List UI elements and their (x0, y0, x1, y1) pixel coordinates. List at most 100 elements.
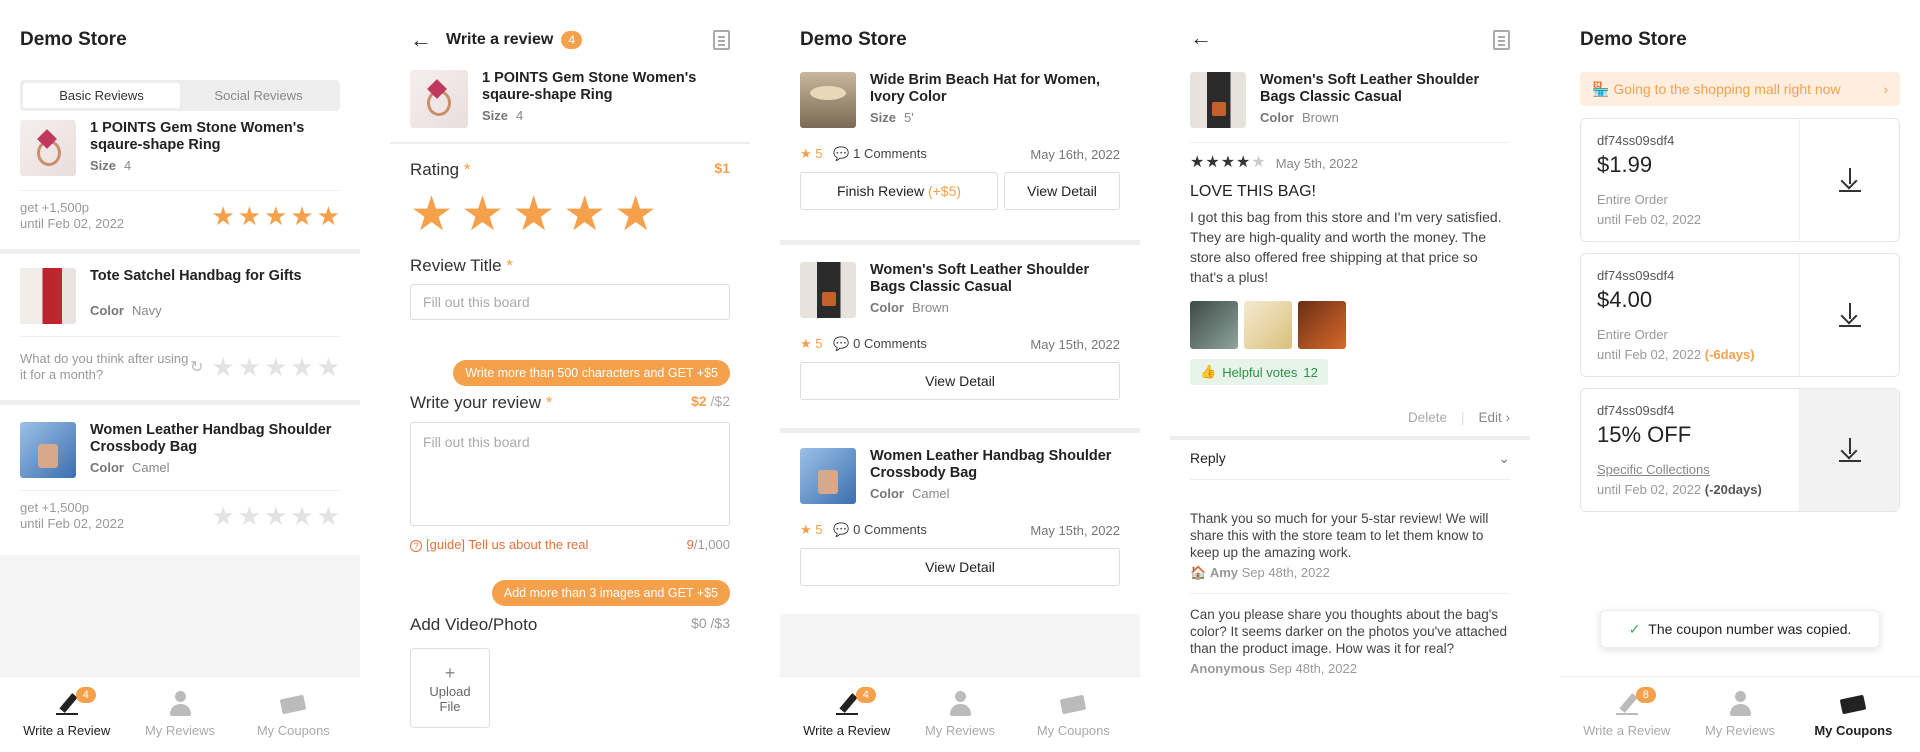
finish-review-button[interactable]: Finish Review (+$5) (800, 172, 998, 210)
promo-pill: Add more than 3 images and GET +$5 (491, 580, 730, 606)
star-icon[interactable]: ★ (563, 190, 606, 240)
list-item[interactable]: Wide Brim Beach Hat for Women, Ivory Col… (780, 72, 1140, 128)
view-detail-button[interactable]: View Detail (800, 548, 1120, 586)
review-photo[interactable] (1190, 301, 1238, 349)
star-icon[interactable]: ★ (211, 354, 234, 380)
star-icon[interactable]: ★ (512, 190, 555, 240)
review-photo[interactable] (1298, 301, 1346, 349)
star-icon[interactable]: ★ (410, 190, 453, 240)
coupon-scope-link[interactable]: Specific Collections (1597, 460, 1783, 480)
view-detail-button[interactable]: View Detail (800, 362, 1120, 400)
star-icon[interactable]: ★ (238, 203, 261, 229)
rating-stars[interactable]: ★ ★ ★ ★ ★ (390, 190, 750, 240)
review-photos (1170, 301, 1530, 349)
download-button[interactable] (1799, 389, 1899, 511)
upload-button[interactable]: + Upload File (410, 648, 490, 728)
star-icon[interactable]: ★ (264, 503, 287, 529)
document-icon[interactable] (1493, 30, 1510, 50)
star-icon[interactable]: ★ (238, 503, 261, 529)
screen-review-list: Demo Store Basic Reviews Social Reviews … (0, 0, 360, 752)
star-icon[interactable]: ★ (317, 203, 340, 229)
reply-label: Reply (1190, 450, 1226, 466)
review-reward: $2 (691, 393, 707, 409)
product-image (800, 72, 856, 128)
tab-write-review[interactable]: Write a Review 4 (790, 677, 903, 752)
tab-basic-reviews[interactable]: Basic Reviews (23, 83, 180, 108)
star-icon[interactable]: ★ (290, 354, 313, 380)
download-button[interactable] (1799, 254, 1899, 376)
guide-text[interactable]: [guide] Tell us about the real (426, 537, 588, 552)
review-body-input[interactable]: Fill out this board (410, 422, 730, 526)
check-icon: ✓ (1628, 620, 1641, 637)
reply-text: Thank you so much for your 5-star review… (1190, 511, 1489, 560)
star-icon[interactable]: ★ (211, 203, 234, 229)
char-max: /1,000 (693, 537, 730, 552)
tab-write-review[interactable]: Write a Review 8 (1570, 677, 1683, 752)
header: ← Write a review 4 (390, 0, 750, 80)
days-left: (-6days) (1704, 347, 1755, 362)
list-item[interactable]: 1 POINTS Gem Stone Women's sqaure-shape … (0, 120, 360, 176)
option-label: Color (1260, 110, 1294, 125)
delete-button[interactable]: Delete (1408, 410, 1447, 425)
review-body: I got this bag from this store and I'm v… (1190, 209, 1502, 285)
comment-icon: 💬 (833, 336, 850, 351)
badge: 4 (855, 687, 876, 703)
star-icon[interactable]: ★ (614, 190, 657, 240)
option-value: Camel (911, 486, 950, 501)
back-arrow-icon[interactable]: ← (1190, 27, 1212, 49)
review-type-toggle: Basic Reviews Social Reviews (20, 80, 340, 111)
store-title: Demo Store (1580, 29, 1687, 50)
document-icon[interactable] (713, 30, 730, 50)
option-label: Color (870, 300, 904, 315)
list-item[interactable]: Tote Satchel Handbag for Gifts Color Navy (0, 268, 360, 324)
list-item[interactable]: Women Leather Handbag Shoulder Crossbody… (780, 448, 1140, 504)
star-icon[interactable]: ★ (317, 354, 340, 380)
rating-stars[interactable]: ★ ★ ★ ★ ★ (211, 503, 340, 529)
star-icon[interactable]: ★ (461, 190, 504, 240)
coupon-card[interactable]: df74ss09sdf4 15% OFF Specific Collections u… (1580, 388, 1900, 512)
back-arrow-icon[interactable]: ← (410, 29, 432, 51)
rating-stars[interactable]: ★ ★ ★ ★ ★ (211, 354, 340, 380)
star-icon[interactable]: ★ (290, 503, 313, 529)
refresh-icon[interactable]: ↻ (190, 357, 203, 377)
view-detail-button[interactable]: View Detail (1004, 172, 1120, 210)
star-icon[interactable]: ★ (264, 354, 287, 380)
page-title: Write a review (446, 31, 554, 48)
review-date: May 15th, 2022 (1030, 336, 1120, 352)
review-date: May 5th, 2022 (1275, 155, 1359, 171)
tab-my-reviews[interactable]: My Reviews (123, 677, 236, 752)
star-icon[interactable]: ★ (317, 503, 340, 529)
coupon-card[interactable]: df74ss09sdf4 $4.00 Entire Order until Feb 0… (1580, 253, 1900, 377)
tab-my-reviews[interactable]: My Reviews (1683, 677, 1796, 752)
coupon-code: df74ss09sdf4 (1597, 403, 1675, 418)
tab-my-reviews[interactable]: My Reviews (903, 677, 1016, 752)
download-button[interactable] (1799, 119, 1899, 241)
star-icon[interactable]: ★ (264, 203, 287, 229)
star-icon[interactable]: ★ (211, 503, 234, 529)
tab-social-reviews[interactable]: Social Reviews (180, 83, 337, 108)
star-icon[interactable]: ★ (238, 354, 261, 380)
tab-write-review[interactable]: Write a Review 4 (10, 677, 123, 752)
tab-my-coupons[interactable]: My Coupons (237, 677, 350, 752)
reply-header[interactable]: Reply ⌄ (1190, 450, 1510, 480)
list-item[interactable]: Women's Soft Leather Shoulder Bags Class… (780, 262, 1140, 318)
badge: 4 (75, 687, 96, 703)
rating-label: Rating (410, 160, 460, 179)
star-icon: ★ (1220, 154, 1236, 171)
edit-button[interactable]: Edit › (1478, 410, 1510, 425)
helpful-votes[interactable]: 👍 Helpful votes 12 (1190, 359, 1328, 385)
rating-value: 5 (815, 146, 823, 161)
product-name: Women Leather Handbag Shoulder Crossbody… (90, 422, 332, 455)
star-icon[interactable]: ★ (290, 203, 313, 229)
list-item[interactable]: Women Leather Handbag Shoulder Crossbody… (0, 422, 360, 478)
tab-my-coupons[interactable]: My Coupons (1017, 677, 1130, 752)
star-icon: ★ (800, 336, 812, 351)
review-title-input[interactable]: Fill out this board (410, 284, 730, 320)
rating-stars[interactable]: ★ ★ ★ ★ ★ (211, 203, 340, 229)
review-photo[interactable] (1244, 301, 1292, 349)
tab-my-coupons[interactable]: My Coupons (1797, 677, 1910, 752)
char-count: 9 (686, 537, 694, 552)
bottom-tab-bar: Write a Review 4 My Reviews My Coupons (0, 676, 360, 752)
coupon-card[interactable]: df74ss09sdf4 $1.99 Entire Order until Feb 0… (1580, 118, 1900, 242)
product-image (800, 448, 856, 504)
